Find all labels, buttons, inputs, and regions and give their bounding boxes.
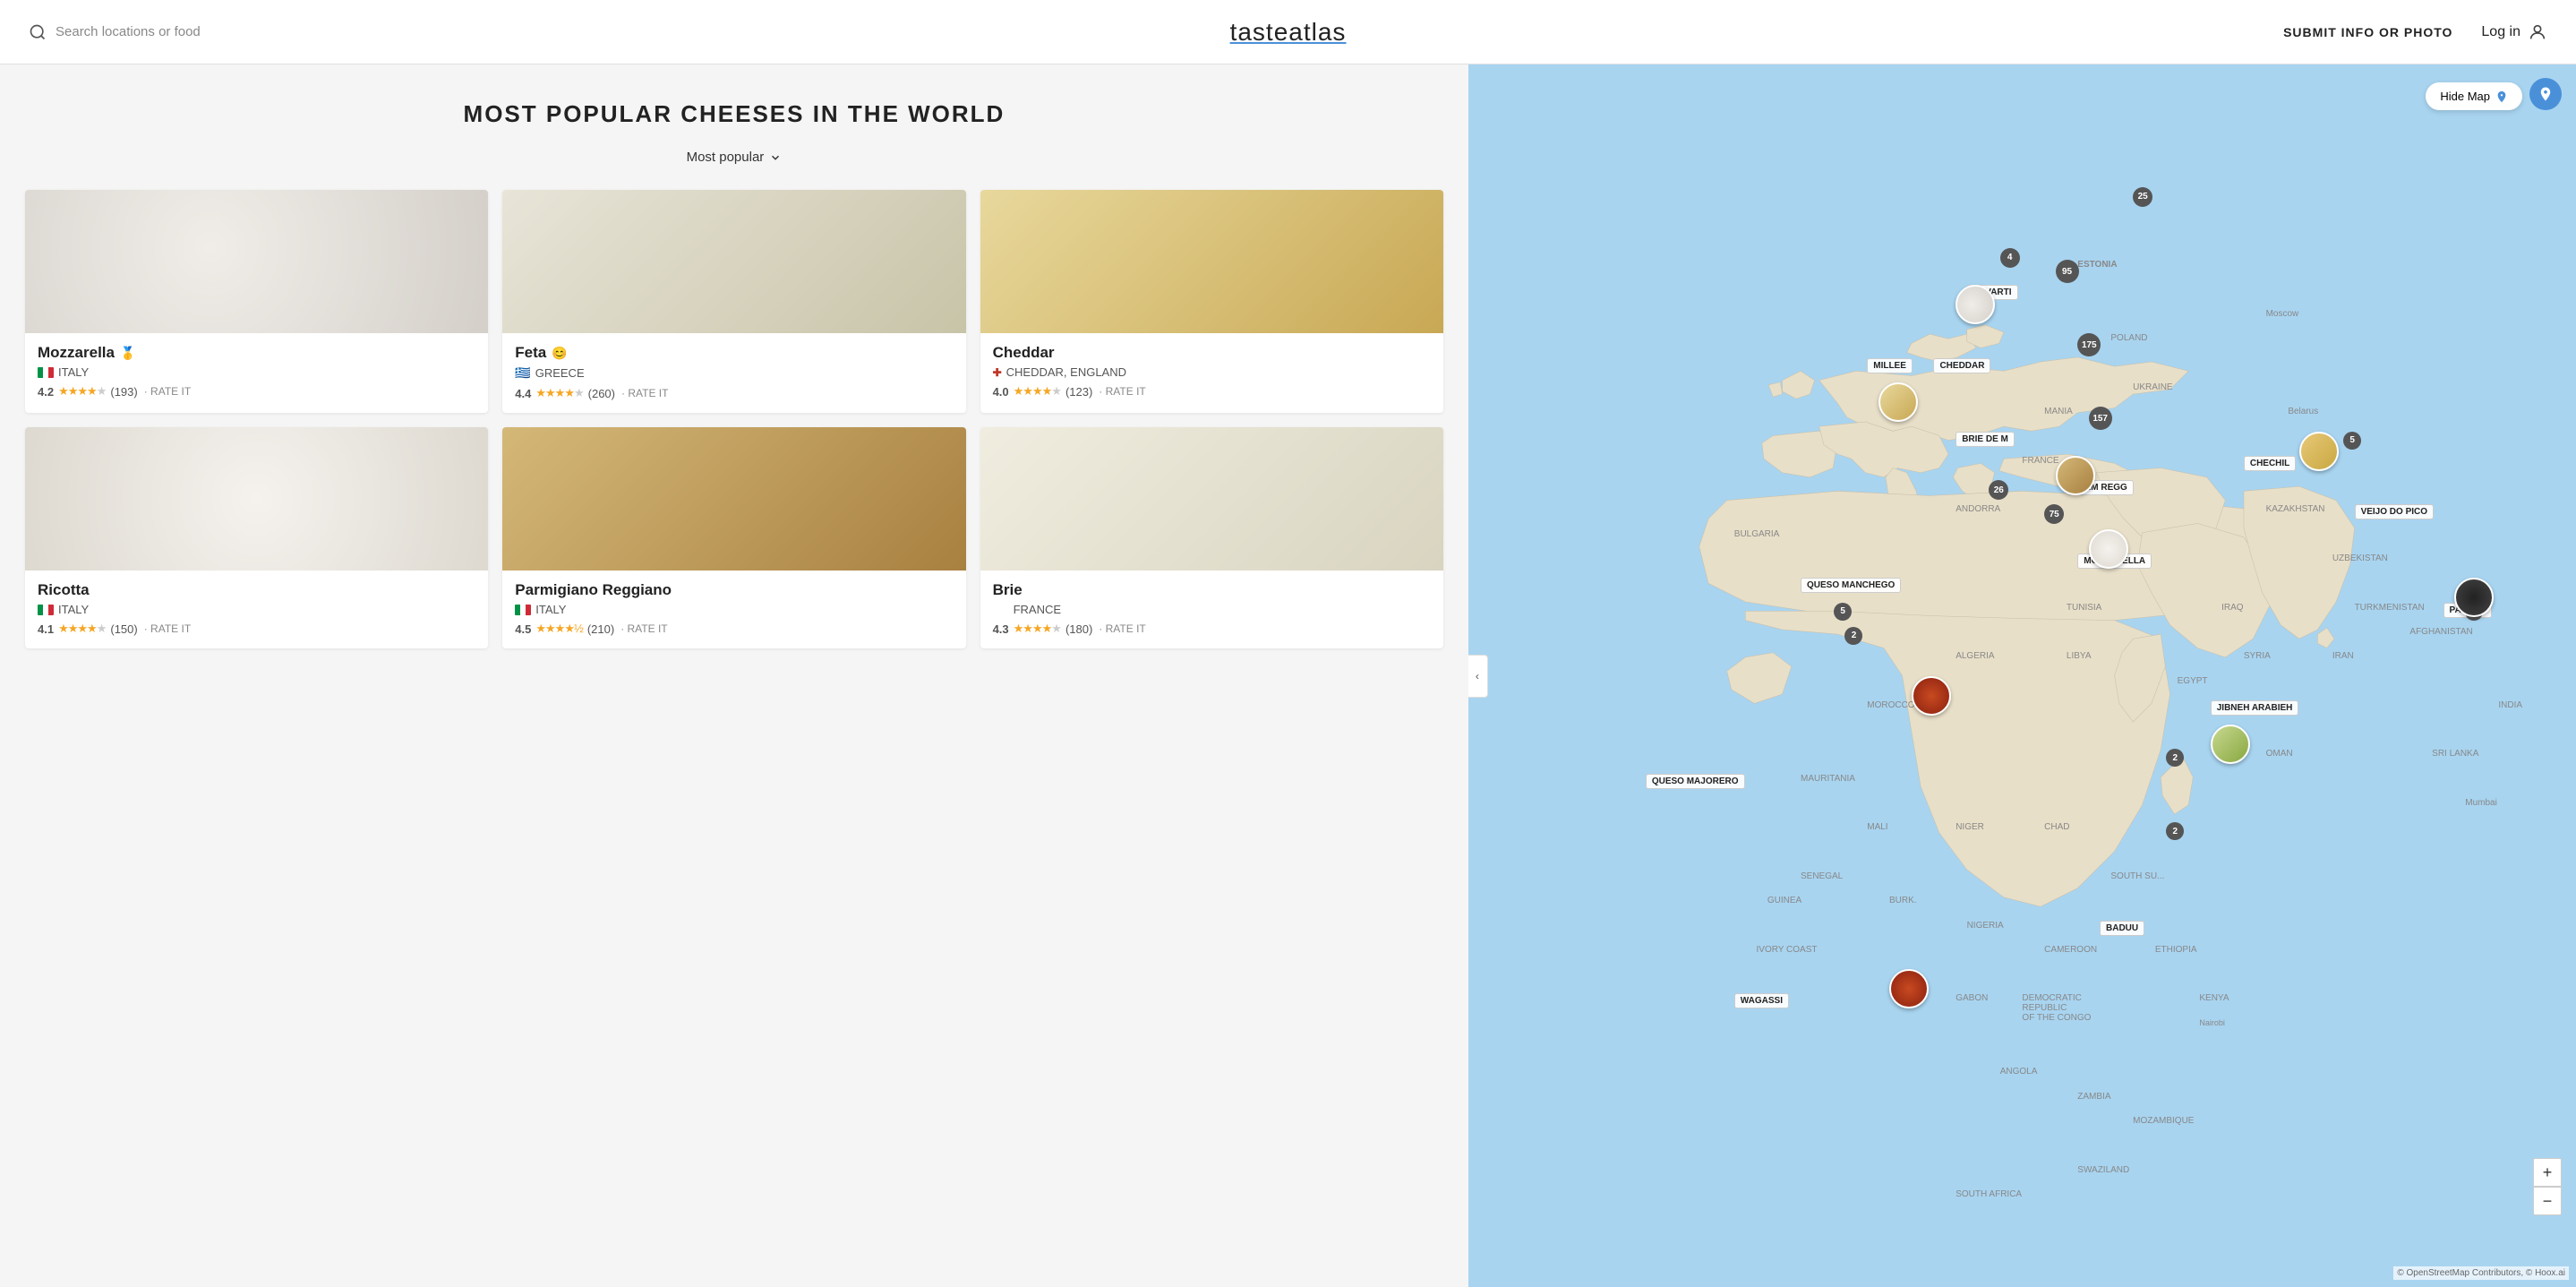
- map-zoom-controls: + −: [2533, 1158, 2562, 1215]
- cheese-card-brie[interactable]: Brie FRANCE 4.3 ★★★★★ (180) · RATE IT: [980, 427, 1443, 648]
- header-right: SUBMIT INFO OR PHOTO Log in: [2283, 22, 2547, 42]
- cheese-image: [25, 427, 488, 571]
- cheese-image: [25, 190, 488, 333]
- cheese-card-mozzarella[interactable]: Mozzarella 🥇 ITALY 4.2 ★★★★★ (193) · RAT…: [25, 190, 488, 413]
- left-panel: MOST POPULAR CHEESES IN THE WORLD Most p…: [0, 64, 1468, 1287]
- filter-dropdown[interactable]: Most popular: [687, 150, 783, 165]
- user-icon: [2528, 22, 2547, 42]
- map-img-cheddar: [1879, 382, 1918, 422]
- chevron-down-icon: [769, 151, 782, 164]
- rate-it-link[interactable]: · RATE IT: [1099, 622, 1145, 635]
- cheese-rating: 4.2 ★★★★★ (193) · RATE IT: [38, 384, 475, 399]
- cheese-name: Mozzarella 🥇: [38, 344, 475, 362]
- filter-bar: Most popular: [18, 150, 1451, 165]
- header: Search locations or food tasteatlas SUBM…: [0, 0, 2576, 64]
- rate-it-link[interactable]: · RATE IT: [144, 622, 191, 635]
- cheese-origin: FRANCE: [993, 603, 1431, 616]
- cheese-name: Parmigiano Reggiano: [515, 581, 953, 599]
- cheese-image: [980, 190, 1443, 333]
- logo-text: tasteatlas: [1230, 18, 1347, 46]
- submit-info-button[interactable]: SUBMIT INFO OR PHOTO: [2283, 25, 2452, 39]
- cheese-origin: ITALY: [515, 603, 953, 616]
- map-img-paneer: [2454, 578, 2494, 617]
- cheese-origin: ITALY: [38, 603, 475, 616]
- cheese-name: Feta 😊: [515, 344, 953, 362]
- cheese-card-feta[interactable]: Feta 😊 🇬🇷 GREECE 4.4 ★★★★★ (260) · RATE …: [502, 190, 965, 413]
- locate-icon: [2537, 86, 2554, 102]
- rate-it-link[interactable]: · RATE IT: [1099, 385, 1145, 398]
- location-icon: [2495, 90, 2508, 103]
- map-img-parm: [2056, 456, 2095, 495]
- map-img-chechil: [2299, 432, 2339, 471]
- cheese-name: Brie: [993, 581, 1431, 599]
- cheese-origin: 🇬🇷 GREECE: [515, 365, 953, 381]
- zoom-in-button[interactable]: +: [2533, 1158, 2562, 1187]
- cheese-rating: 4.3 ★★★★★ (180) · RATE IT: [993, 622, 1431, 636]
- world-map-svg: [1468, 64, 2576, 1287]
- map-img-havarti: [1956, 285, 1995, 324]
- cheese-image: [502, 427, 965, 571]
- login-button[interactable]: Log in: [2481, 22, 2547, 42]
- rate-it-link[interactable]: · RATE IT: [621, 387, 668, 399]
- cheese-card-ricotta[interactable]: Ricotta ITALY 4.1 ★★★★★ (150) · RATE IT: [25, 427, 488, 648]
- map-attribution: © OpenStreetMap Contributors, © Hoox.ai: [2393, 1266, 2569, 1280]
- map-toggle-button[interactable]: ‹: [1468, 655, 1488, 698]
- main-layout: MOST POPULAR CHEESES IN THE WORLD Most p…: [0, 64, 2576, 1287]
- map-img-jibneh: [2211, 725, 2250, 764]
- map-img-wagassi: [1889, 969, 1929, 1008]
- cheese-origin: ITALY: [38, 365, 475, 379]
- cheese-rating: 4.0 ★★★★★ (123) · RATE IT: [993, 384, 1431, 399]
- cheese-name: Ricotta: [38, 581, 475, 599]
- rate-it-link[interactable]: · RATE IT: [620, 622, 667, 635]
- cheese-rating: 4.4 ★★★★★ (260) · RATE IT: [515, 386, 953, 400]
- map-img-majorero: [1912, 676, 1951, 716]
- map-panel: ‹ Hide Map: [1468, 64, 2576, 1287]
- cheese-image: [502, 190, 965, 333]
- search-icon: [29, 23, 47, 41]
- page-title: MOST POPULAR CHEESES IN THE WORLD: [18, 100, 1451, 128]
- cheese-rating: 4.5 ★★★★½ (210) · RATE IT: [515, 622, 953, 636]
- map-img-mozzarella: [2089, 529, 2128, 569]
- site-logo[interactable]: tasteatlas: [1230, 18, 1347, 47]
- cheese-origin: ✚ CHEDDAR, ENGLAND: [993, 365, 1431, 379]
- rate-it-link[interactable]: · RATE IT: [144, 385, 191, 398]
- zoom-out-button[interactable]: −: [2533, 1187, 2562, 1215]
- search-bar[interactable]: Search locations or food: [29, 23, 201, 41]
- cheese-card-cheddar[interactable]: Cheddar ✚ CHEDDAR, ENGLAND 4.0 ★★★★★ (12…: [980, 190, 1443, 413]
- cheese-image: [980, 427, 1443, 571]
- search-placeholder: Search locations or food: [56, 24, 201, 39]
- cheese-card-parmigiano-reggiano[interactable]: Parmigiano Reggiano ITALY 4.5 ★★★★½ (210…: [502, 427, 965, 648]
- cheese-grid: Mozzarella 🥇 ITALY 4.2 ★★★★★ (193) · RAT…: [18, 190, 1451, 648]
- cheese-rating: 4.1 ★★★★★ (150) · RATE IT: [38, 622, 475, 636]
- map-background: ESTONIA POLAND UKRAINE Moscow Belarus KA…: [1468, 64, 2576, 1287]
- hide-map-button[interactable]: Hide Map: [2426, 82, 2522, 110]
- locate-me-button[interactable]: [2529, 78, 2562, 110]
- cheese-name: Cheddar: [993, 344, 1431, 362]
